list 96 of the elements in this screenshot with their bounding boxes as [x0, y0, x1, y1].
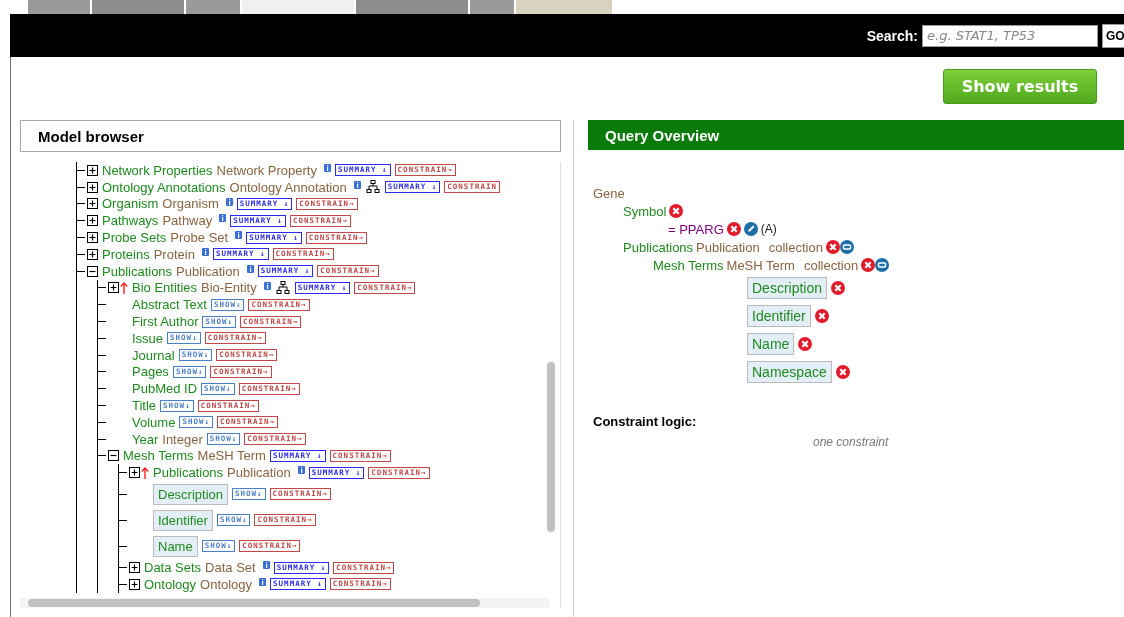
field-name[interactable]: Organism — [102, 196, 159, 212]
field-name[interactable]: Journal — [132, 347, 175, 363]
search-field[interactable]: e.g. STAT1, TP53 — [922, 24, 1098, 47]
panel-title: Query Overview — [588, 120, 1124, 150]
field-type: Publication — [176, 263, 240, 279]
field-name[interactable]: Ontology Annotations — [102, 179, 226, 195]
expand-toggle[interactable] — [87, 215, 98, 227]
tree-diagram-icon[interactable] — [275, 280, 291, 295]
remove-icon[interactable] — [814, 309, 829, 323]
field-name[interactable]: Abstract Text — [132, 297, 207, 313]
remove-icon[interactable] — [831, 281, 846, 295]
collection-label: collection — [803, 257, 859, 273]
panel-title: Model browser — [20, 120, 561, 152]
field-type: Ontology Annotation — [229, 179, 347, 195]
expand-toggle[interactable] — [129, 578, 140, 590]
field-type: Publication — [227, 465, 291, 481]
field-name[interactable]: Ontology — [144, 576, 197, 592]
field-name[interactable]: First Author — [132, 314, 199, 330]
info-icon[interactable] — [219, 214, 227, 223]
constraint-logic-label: Constraint logic: — [593, 414, 698, 429]
scrollbar-thumb[interactable] — [28, 599, 480, 607]
field-name[interactable]: Bio Entities — [132, 280, 198, 296]
field-type: Organism — [162, 196, 219, 212]
constraint-code: (A) — [760, 222, 777, 236]
collapse-icon[interactable] — [875, 258, 890, 272]
field-type: Integer — [162, 431, 203, 447]
collapse-toggle[interactable] — [108, 450, 119, 462]
selected-field[interactable]: Identifier — [153, 509, 213, 531]
field-name[interactable]: Title — [132, 398, 157, 414]
info-icon[interactable] — [262, 561, 270, 570]
remove-icon[interactable] — [835, 365, 850, 379]
info-icon[interactable] — [225, 197, 233, 206]
field-name[interactable]: Year — [132, 431, 159, 447]
info-icon[interactable] — [235, 231, 243, 240]
edit-icon[interactable] — [743, 222, 758, 236]
field-name[interactable]: Publications — [153, 465, 224, 481]
field-name[interactable]: Data Sets — [144, 560, 202, 576]
selected-field[interactable]: Name — [153, 535, 198, 557]
field-name[interactable]: Publications — [102, 263, 173, 279]
field-type: Network Property — [216, 162, 317, 178]
info-icon[interactable] — [259, 577, 267, 586]
expand-toggle[interactable] — [87, 198, 98, 210]
collapse-icon[interactable] — [839, 240, 854, 254]
remove-icon[interactable] — [798, 337, 813, 351]
go-button[interactable]: GO — [1102, 23, 1124, 48]
expand-toggle[interactable] — [129, 562, 140, 574]
field-type: Probe Set — [170, 230, 229, 246]
search-label: Search: — [866, 27, 918, 44]
field-type: Pathway — [162, 213, 213, 229]
view-column: Description — [747, 277, 828, 299]
field-name[interactable]: Volume — [132, 414, 176, 430]
remove-icon[interactable] — [861, 258, 876, 272]
info-icon[interactable] — [246, 264, 254, 273]
remove-icon[interactable] — [726, 222, 741, 236]
view-column: Namespace — [747, 361, 832, 383]
query-type: Publication — [696, 239, 760, 255]
field-type: Bio-Entity — [201, 280, 257, 296]
field-name[interactable]: Issue — [132, 330, 164, 346]
field-name[interactable]: Proteins — [102, 246, 150, 262]
expand-toggle[interactable] — [108, 282, 119, 294]
view-column: Identifier — [747, 305, 811, 327]
view-column: Name — [747, 333, 795, 355]
query-field: Symbol — [623, 203, 667, 219]
info-icon[interactable] — [297, 466, 305, 475]
field-name[interactable]: PubMed ID — [132, 381, 198, 397]
info-icon[interactable] — [201, 248, 209, 256]
collection-label: collection — [768, 239, 823, 255]
query-root: Gene — [593, 185, 625, 201]
info-icon[interactable] — [263, 281, 271, 290]
field-type: Ontology — [200, 576, 253, 592]
info-icon[interactable] — [353, 180, 361, 189]
field-name[interactable]: Network Properties — [102, 162, 213, 178]
info-icon[interactable] — [323, 164, 331, 172]
remove-icon[interactable] — [669, 204, 684, 218]
remove-icon[interactable] — [825, 240, 840, 254]
field-type: MeSH Term — [197, 448, 266, 464]
field-type: Protein — [153, 246, 195, 262]
expand-toggle[interactable] — [87, 248, 98, 260]
tree-diagram-icon[interactable] — [365, 180, 381, 195]
scrollbar-thumb[interactable] — [547, 362, 555, 532]
query-field: Mesh Terms — [653, 257, 724, 273]
field-name[interactable]: Pages — [132, 364, 169, 380]
field-name[interactable]: Pathways — [102, 213, 159, 229]
query-type: MeSH Term — [726, 257, 795, 273]
expand-toggle[interactable] — [87, 164, 98, 176]
collapse-toggle[interactable] — [87, 265, 98, 277]
expand-toggle[interactable] — [87, 181, 98, 193]
expand-toggle[interactable] — [129, 467, 140, 479]
constraint-logic-value: one constraint — [813, 435, 890, 449]
expand-toggle[interactable] — [87, 232, 98, 244]
query-field: Publications — [623, 239, 694, 255]
field-name[interactable]: Probe Sets — [102, 230, 167, 246]
field-type: Data Set — [205, 560, 256, 576]
selected-field[interactable]: Description — [153, 483, 229, 505]
field-name[interactable]: Mesh Terms — [123, 448, 194, 464]
constraint-value: = PPARG — [668, 221, 724, 237]
